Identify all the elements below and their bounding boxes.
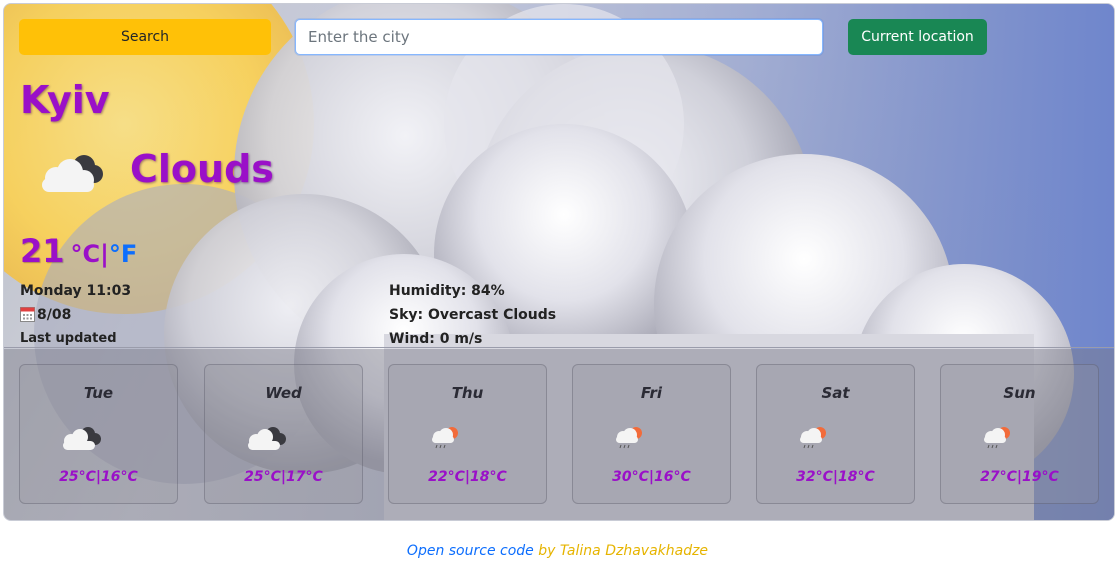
forecast-temps: 27°C|19°C: [980, 469, 1059, 485]
current-location-button[interactable]: Current location: [848, 19, 987, 55]
author-credit: by Talina Dzhavakhadze: [533, 543, 709, 559]
conditions-info: Humidity: 84% Sky: Overcast Clouds Wind:…: [389, 279, 556, 351]
current-date: 8/08: [37, 307, 72, 323]
section-divider: [4, 347, 1114, 348]
forecast-temps: 30°C|16°C: [612, 469, 691, 485]
fahrenheit-toggle[interactable]: °F: [109, 240, 137, 268]
unit-separator: |: [100, 240, 109, 268]
celsius-toggle[interactable]: °C: [71, 240, 101, 268]
forecast-day-name: Wed: [265, 384, 302, 402]
forecast-day-card: Tue 25°C|16°C: [19, 364, 178, 504]
cloudy-icon: [248, 427, 286, 450]
temperature-display: 21 °C|°F: [20, 232, 137, 270]
forecast-day-name: Tue: [83, 384, 114, 402]
forecast-temps: 22°C|18°C: [428, 469, 507, 485]
forecast-day-card: Wed 25°C|17°C: [204, 364, 363, 504]
search-button[interactable]: Search: [19, 19, 271, 55]
cloudy-icon: [63, 427, 101, 450]
date-info: Monday 11:03 8/08 Last updated: [20, 279, 131, 351]
sun-rain-icon: [616, 427, 642, 449]
forecast-day-card: Sun 27°C|19°C: [940, 364, 1099, 504]
weather-card: Search Current location Kyiv Clouds 21°C…: [3, 3, 1115, 521]
sun-rain-icon: [800, 427, 826, 449]
forecast-day-card: Thu 22°C|18°C: [388, 364, 547, 504]
forecast-day-name: Fri: [640, 384, 663, 402]
city-name: Kyiv: [20, 78, 110, 122]
forecast-temps: 25°C|16°C: [59, 469, 138, 485]
current-datetime: Monday 11:03: [20, 283, 132, 299]
temperature-value: 21: [20, 232, 65, 270]
humidity: Humidity: 84%: [389, 283, 505, 299]
source-code-link[interactable]: Open source code: [407, 543, 534, 559]
sun-rain-icon: [432, 427, 458, 449]
forecast-day-card: Fri 30°C|16°C: [572, 364, 731, 504]
search-bar: Search Current location: [19, 19, 1099, 57]
sun-rain-icon: [984, 427, 1010, 449]
forecast-day-card: Sat 32°C|18°C: [756, 364, 915, 504]
forecast-row: Tue 25°C|16°C Wed 25°C|17°C Thu 22°C|18°…: [19, 364, 1099, 506]
current-date-row: 8/08: [20, 303, 131, 327]
forecast-day-name: Thu: [451, 384, 484, 402]
calendar-icon: [20, 307, 35, 322]
cloudy-icon: [42, 155, 103, 192]
footer: Open source code by Talina Dzhavakhadze: [0, 543, 1115, 559]
forecast-day-name: Sat: [821, 384, 850, 402]
forecast-day-name: Sun: [1003, 384, 1036, 402]
weather-description: Clouds: [130, 147, 274, 191]
sky-condition: Sky: Overcast Clouds: [389, 307, 557, 323]
forecast-temps: 25°C|17°C: [244, 469, 323, 485]
forecast-temps: 32°C|18°C: [796, 469, 875, 485]
city-search-input[interactable]: [295, 19, 823, 55]
